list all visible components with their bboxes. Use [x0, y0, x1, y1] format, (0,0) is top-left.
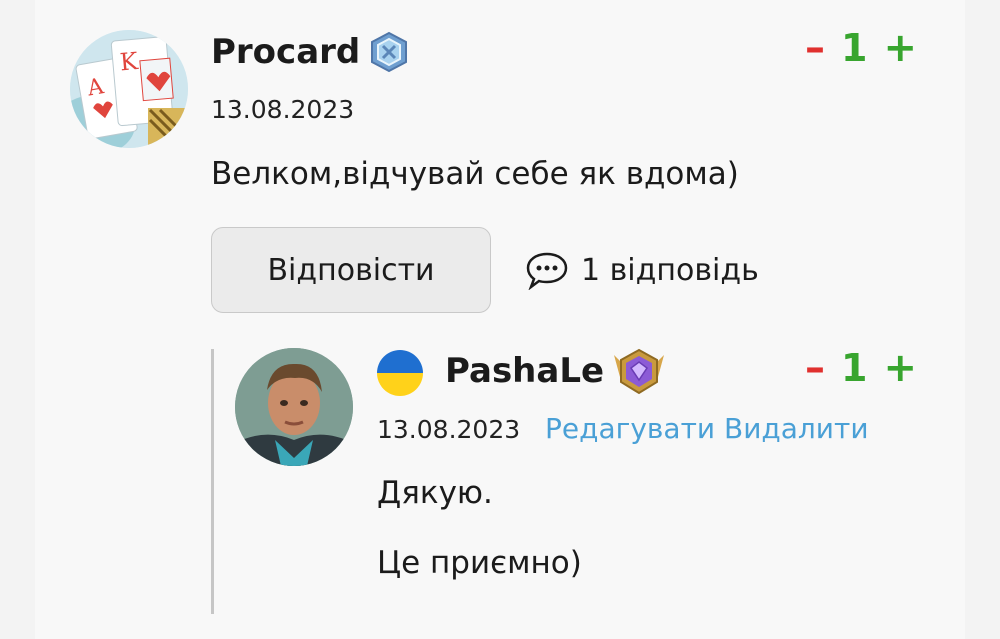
delete-link[interactable]: Видалити	[724, 412, 869, 445]
comment-votes: – 1 +	[805, 28, 917, 68]
hexagon-rank-badge-icon	[368, 31, 410, 73]
reply-author[interactable]: PashaLe	[445, 351, 604, 391]
svg-text:K: K	[119, 47, 140, 77]
comment-author[interactable]: Procard	[211, 32, 360, 72]
reply-date: 13.08.2023	[377, 415, 521, 444]
avatar[interactable]: A K	[70, 30, 188, 148]
comment-date: 13.08.2023	[211, 95, 355, 124]
edit-link[interactable]: Редагувати	[545, 412, 715, 445]
reply-actions: Редагувати Видалити	[545, 412, 869, 446]
ukraine-flag-icon	[376, 349, 424, 397]
speech-bubble-icon	[526, 252, 568, 290]
vote-count: 1	[841, 346, 868, 390]
reply-text-line: Це приємно)	[377, 545, 582, 581]
reply-votes: – 1 +	[805, 348, 917, 388]
comment-text: Велком,відчувай себе як вдома)	[211, 156, 739, 192]
vote-count: 1	[841, 26, 868, 70]
upvote-button[interactable]: +	[883, 28, 917, 68]
downvote-button[interactable]: –	[805, 348, 825, 388]
purple-diamond-rank-badge-icon	[610, 347, 668, 397]
replies-toggle[interactable]: 1 відповідь	[525, 248, 759, 292]
reply-text-line: Дякую.	[377, 475, 493, 511]
reply-button[interactable]: Відповісти	[211, 227, 491, 313]
upvote-button[interactable]: +	[883, 348, 917, 388]
downvote-button[interactable]: –	[805, 28, 825, 68]
thread-line	[211, 349, 214, 614]
replies-count-label: 1 відповідь	[581, 252, 759, 288]
avatar[interactable]	[235, 348, 353, 466]
